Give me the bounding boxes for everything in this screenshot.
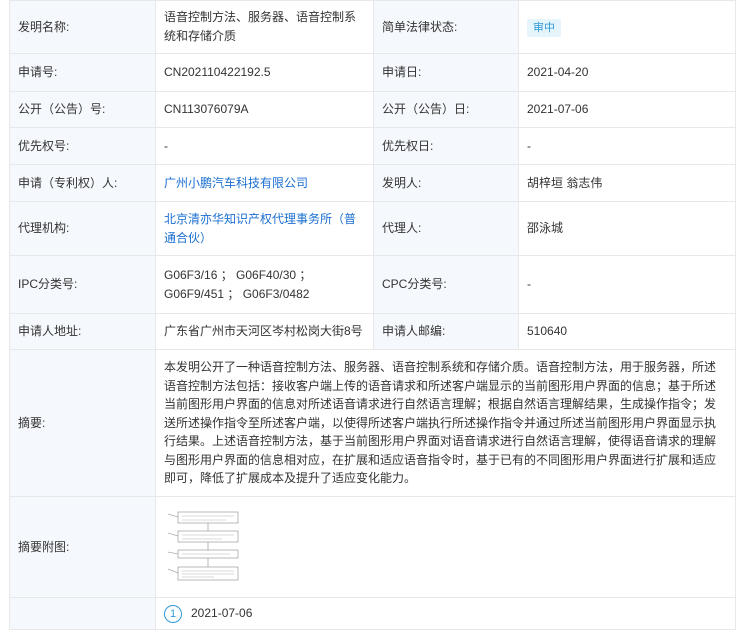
application-date-label: 申请日: (373, 53, 519, 92)
row-abstract: 摘要: 本发明公开了一种语音控制方法、服务器、语音控制系统和存储介质。语音控制方… (9, 349, 736, 497)
postcode-value: 510640 (518, 313, 736, 350)
applicant-cell: 广州小鹏汽车科技有限公司 (155, 164, 374, 202)
address-value: 广东省广州市天河区岑村松岗大街8号 (155, 313, 374, 350)
patent-detail-panel: 发明名称: 语音控制方法、服务器、语音控制系统和存储介质 简单法律状态: 审中 … (9, 0, 736, 630)
publication-number-label: 公开（公告）号: (9, 91, 156, 128)
row-invention-name: 发明名称: 语音控制方法、服务器、语音控制系统和存储介质 简单法律状态: 审中 (9, 0, 736, 54)
abstract-figure-label: 摘要附图: (9, 496, 156, 598)
priority-number-label: 优先权号: (9, 127, 156, 165)
applicant-link[interactable]: 广州小鹏汽车科技有限公司 (164, 176, 308, 190)
invention-name-value: 语音控制方法、服务器、语音控制系统和存储介质 (155, 0, 374, 54)
abstract-text: 本发明公开了一种语音控制方法、服务器、语音控制系统和存储介质。语音控制方法，用于… (155, 349, 736, 497)
row-address: 申请人地址: 广东省广州市天河区岑村松岗大街8号 申请人邮编: 510640 (9, 313, 736, 350)
legal-status-cell: 审中 (518, 0, 736, 54)
timeline-index-badge: 1 (164, 604, 182, 623)
abstract-figure-cell (155, 496, 736, 598)
cpc-value: - (518, 255, 736, 314)
ipc-value: G06F3/16 ； G06F40/30 ； G06F9/451 ； G06F3… (155, 255, 374, 314)
application-number-value: CN202110422192.5 (155, 53, 374, 92)
row-classification: IPC分类号: G06F3/16 ； G06F40/30 ； G06F9/451… (9, 255, 736, 314)
timeline-date: 2021-07-06 (191, 606, 253, 620)
row-timeline: 1 2021-07-06 (9, 597, 736, 630)
priority-date-value: - (518, 127, 736, 165)
legal-status-label: 简单法律状态: (373, 0, 519, 54)
timeline-cell: 1 2021-07-06 (155, 597, 736, 630)
agent-value: 邵泳城 (518, 201, 736, 256)
row-application: 申请号: CN202110422192.5 申请日: 2021-04-20 (9, 53, 736, 92)
timeline-item: 1 2021-07-06 (164, 604, 727, 623)
row-abstract-figure: 摘要附图: (9, 496, 736, 598)
cpc-label: CPC分类号: (373, 255, 519, 314)
legal-status-badge: 审中 (527, 18, 561, 37)
agent-label: 代理人: (373, 201, 519, 256)
inventor-label: 发明人: (373, 164, 519, 202)
row-applicant: 申请（专利权）人: 广州小鹏汽车科技有限公司 发明人: 胡梓垣 翁志伟 (9, 164, 736, 202)
inventor-value: 胡梓垣 翁志伟 (518, 164, 736, 202)
address-label: 申请人地址: (9, 313, 156, 350)
row-priority: 优先权号: - 优先权日: - (9, 127, 736, 165)
application-number-label: 申请号: (9, 53, 156, 92)
application-date-value: 2021-04-20 (518, 53, 736, 92)
publication-date-value: 2021-07-06 (518, 91, 736, 128)
priority-date-label: 优先权日: (373, 127, 519, 165)
agency-cell: 北京清亦华知识产权代理事务所（普通合伙） (155, 201, 374, 256)
row-publication: 公开（公告）号: CN113076079A 公开（公告）日: 2021-07-0… (9, 91, 736, 128)
priority-number-value: - (155, 127, 374, 165)
timeline-label-cell (9, 597, 156, 630)
publication-number-value: CN113076079A (155, 91, 374, 128)
applicant-label: 申请（专利权）人: (9, 164, 156, 202)
agency-link[interactable]: 北京清亦华知识产权代理事务所（普通合伙） (164, 212, 356, 245)
abstract-label: 摘要: (9, 349, 156, 497)
ipc-label: IPC分类号: (9, 255, 156, 314)
invention-name-label: 发明名称: (9, 0, 156, 54)
agency-label: 代理机构: (9, 201, 156, 256)
abstract-figure-thumbnail[interactable] (164, 509, 248, 585)
postcode-label: 申请人邮编: (373, 313, 519, 350)
publication-date-label: 公开（公告）日: (373, 91, 519, 128)
row-agency: 代理机构: 北京清亦华知识产权代理事务所（普通合伙） 代理人: 邵泳城 (9, 201, 736, 256)
patent-info-table: 发明名称: 语音控制方法、服务器、语音控制系统和存储介质 简单法律状态: 审中 … (9, 0, 736, 630)
